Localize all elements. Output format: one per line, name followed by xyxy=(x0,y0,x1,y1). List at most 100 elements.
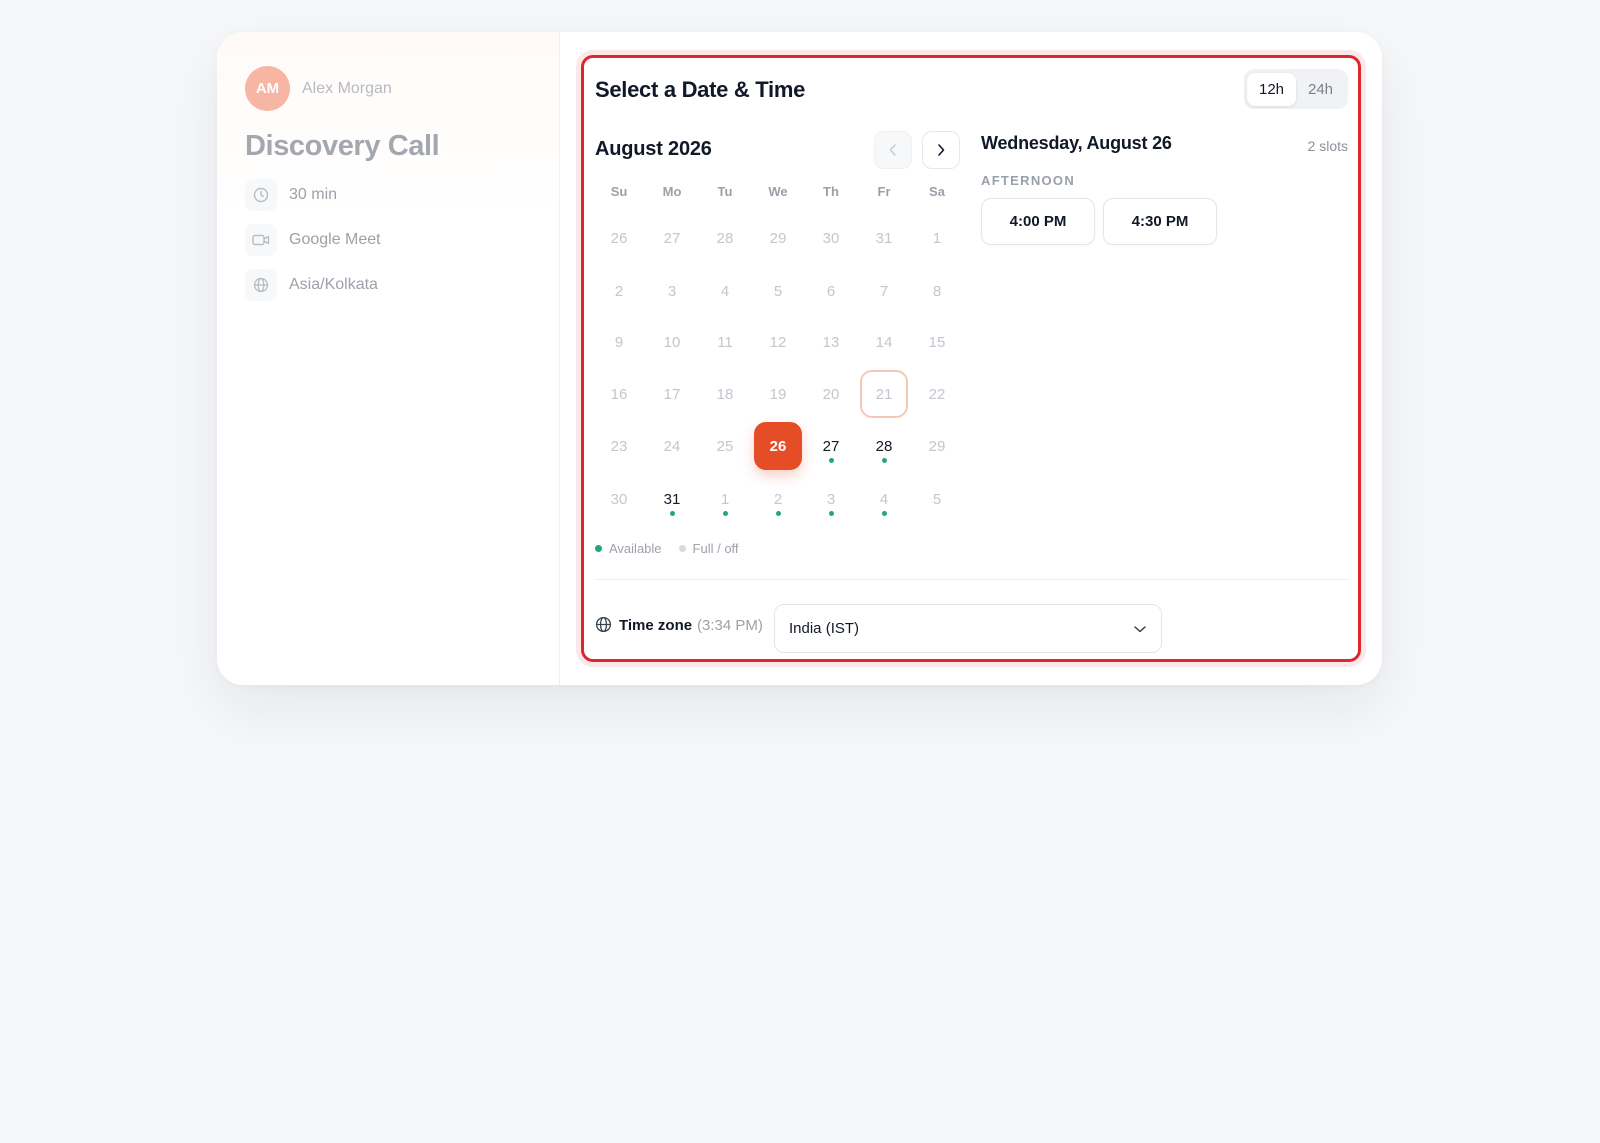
calendar-legend: Available Full / off xyxy=(595,541,756,556)
meta-label: Google Meet xyxy=(289,231,381,248)
calendar-day[interactable]: 2 xyxy=(754,475,802,523)
day-number: 28 xyxy=(716,229,734,247)
month-label: August 2026 xyxy=(595,138,712,160)
calendar-day: 14 xyxy=(860,318,908,366)
day-number: 19 xyxy=(769,385,787,403)
calendar-day: 19 xyxy=(754,370,802,418)
day-number: 1 xyxy=(932,229,942,247)
day-number: 9 xyxy=(614,333,624,351)
calendar-day[interactable]: 1 xyxy=(701,475,749,523)
calendar-day[interactable]: 31 xyxy=(648,475,696,523)
calendar-day: 11 xyxy=(701,318,749,366)
calendar-day[interactable]: 28 xyxy=(860,422,908,470)
calendar-day: 5 xyxy=(913,475,961,523)
day-number: 1 xyxy=(720,490,730,508)
day-number: 18 xyxy=(716,385,734,403)
host-name: Alex Morgan xyxy=(302,79,392,97)
calendar-day: 25 xyxy=(701,422,749,470)
format-24h-option[interactable]: 24h xyxy=(1296,73,1345,106)
next-month-button[interactable] xyxy=(922,131,960,169)
availability-dot xyxy=(669,511,675,516)
meta-label: Asia/Kolkata xyxy=(289,276,378,293)
timezone-select[interactable]: India (IST) xyxy=(774,604,1162,653)
calendar-day: 8 xyxy=(913,267,961,315)
event-title: Discovery Call xyxy=(245,130,440,162)
globe-icon xyxy=(595,616,612,638)
calendar-day: 29 xyxy=(913,422,961,470)
day-number: 11 xyxy=(717,333,733,351)
day-number: 3 xyxy=(826,490,836,508)
day-number: 3 xyxy=(667,282,677,300)
meta-timezone: Asia/Kolkata xyxy=(245,269,378,301)
calendar-day: 15 xyxy=(913,318,961,366)
meta-duration: 30 min xyxy=(245,179,337,211)
time-format-toggle: 12h 24h xyxy=(1244,69,1348,109)
day-number: 24 xyxy=(663,437,681,455)
format-12h-option[interactable]: 12h xyxy=(1247,72,1296,106)
day-number: 26 xyxy=(769,437,787,455)
weekday-label: Th xyxy=(823,184,839,199)
time-slot-button[interactable]: 4:30 PM xyxy=(1103,198,1217,245)
day-number: 27 xyxy=(663,229,681,247)
day-number: 2 xyxy=(773,490,783,508)
weekday-label: Mo xyxy=(662,184,682,199)
clock-icon xyxy=(245,179,277,211)
availability-dot xyxy=(722,511,728,516)
day-number: 21 xyxy=(875,385,893,403)
slot-group-label: AFTERNOON xyxy=(981,173,1076,188)
day-number: 31 xyxy=(875,229,893,247)
availability-dot xyxy=(881,458,887,463)
calendar-day: 7 xyxy=(860,267,908,315)
day-number: 28 xyxy=(875,437,893,455)
calendar-day: 23 xyxy=(595,422,643,470)
video-icon xyxy=(245,224,277,256)
timezone-select-value: India (IST) xyxy=(789,620,860,637)
weekday-label: Fr xyxy=(877,184,891,199)
day-number: 22 xyxy=(928,385,946,403)
availability-dot xyxy=(881,511,887,516)
day-number: 4 xyxy=(720,282,730,300)
calendar-day: 18 xyxy=(701,370,749,418)
calendar-day: 9 xyxy=(595,318,643,366)
weekday-label: Tu xyxy=(717,184,733,199)
calendar-day[interactable]: 4 xyxy=(860,475,908,523)
day-number: 29 xyxy=(769,229,787,247)
day-number: 27 xyxy=(822,437,840,455)
day-number: 5 xyxy=(773,282,783,300)
day-number: 2 xyxy=(614,282,624,300)
meta-location: Google Meet xyxy=(245,224,381,256)
calendar-day: 28 xyxy=(701,214,749,262)
day-number: 7 xyxy=(879,282,889,300)
avatar: AM xyxy=(245,66,290,111)
host: AM Alex Morgan xyxy=(245,66,392,111)
calendar-day[interactable]: 27 xyxy=(807,422,855,470)
calendar-day: 3 xyxy=(648,267,696,315)
calendar-day: 5 xyxy=(754,267,802,315)
calendar-day-selected[interactable]: 26 xyxy=(754,422,802,470)
divider xyxy=(595,579,1348,580)
calendar-day: 30 xyxy=(595,475,643,523)
calendar-day: 31 xyxy=(860,214,908,262)
day-number: 13 xyxy=(822,333,840,351)
legend-unavailable: Full / off xyxy=(692,541,739,556)
time-slot-button[interactable]: 4:00 PM xyxy=(981,198,1095,245)
day-number: 30 xyxy=(822,229,840,247)
calendar-day: 2 xyxy=(595,267,643,315)
calendar-day[interactable]: 3 xyxy=(807,475,855,523)
day-number: 30 xyxy=(610,490,628,508)
calendar-day: 13 xyxy=(807,318,855,366)
day-number: 10 xyxy=(663,333,681,351)
calendar-day: 26 xyxy=(595,214,643,262)
calendar-day: 10 xyxy=(648,318,696,366)
date-time-picker: Select a Date & Time 12h 24h August 2026… xyxy=(581,55,1361,662)
prev-month-button[interactable] xyxy=(874,131,912,169)
day-number: 15 xyxy=(928,333,946,351)
day-number: 25 xyxy=(716,437,734,455)
meta-label: 30 min xyxy=(289,186,338,203)
weekday-label: Su xyxy=(610,184,628,199)
picker-title: Select a Date & Time xyxy=(595,77,806,102)
calendar-day: 6 xyxy=(807,267,855,315)
calendar-day: 12 xyxy=(754,318,802,366)
event-info-panel: AM Alex Morgan Discovery Call 30 min Goo… xyxy=(217,32,560,685)
available-dot xyxy=(595,545,602,552)
